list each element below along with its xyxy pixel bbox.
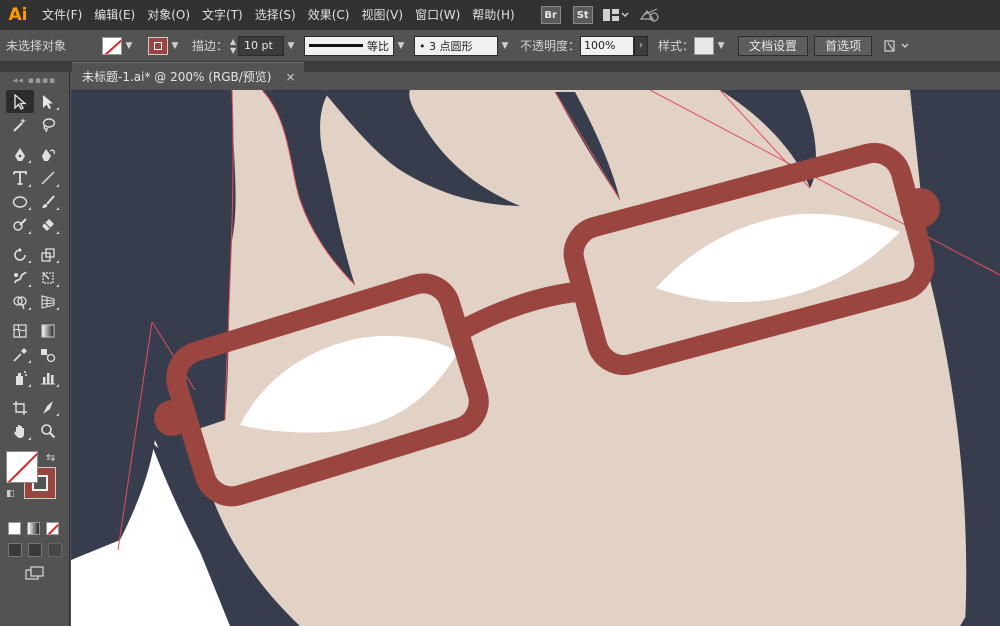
menu-effect[interactable]: 效果(C) (302, 0, 356, 30)
align-options-icon[interactable] (882, 35, 912, 57)
symbol-sprayer-icon[interactable] (6, 367, 34, 390)
fill-swatch[interactable] (102, 36, 122, 55)
document-setup-button[interactable]: 文档设置 (738, 35, 809, 56)
artwork (71, 90, 1000, 626)
chevron-down-icon[interactable]: ▼ (394, 36, 408, 56)
type-icon[interactable] (6, 167, 34, 190)
scale-icon[interactable] (34, 243, 62, 266)
gradient-mode-button[interactable] (27, 521, 40, 535)
curvature-pen-icon[interactable] (34, 143, 62, 166)
artboard-icon[interactable] (6, 396, 34, 419)
chevron-down-icon[interactable]: ▼ (122, 36, 136, 56)
style-label: 样式： (658, 39, 695, 53)
artboard-canvas[interactable] (71, 90, 1000, 626)
variable-width-profile[interactable]: 等比 (304, 35, 395, 56)
stroke-weight-input[interactable]: 10 pt (238, 35, 285, 56)
mesh-icon[interactable] (6, 320, 34, 343)
shaper-icon[interactable] (6, 214, 34, 237)
arrange-documents-icon[interactable] (599, 4, 633, 26)
shape-builder-icon[interactable] (6, 290, 34, 313)
opacity-input[interactable]: 100% (580, 35, 635, 56)
swap-fill-stroke-icon[interactable]: ⇆ (46, 451, 55, 464)
fill-stroke-widget: ⇆ ◧ (0, 447, 69, 517)
menu-help[interactable]: 帮助(H) (466, 0, 520, 30)
draw-inside-button[interactable] (48, 543, 62, 557)
stock-button[interactable]: St (572, 6, 593, 24)
draw-normal-button[interactable] (8, 543, 22, 557)
rotate-icon[interactable] (6, 243, 34, 266)
chevron-down-icon[interactable]: ▼ (284, 36, 298, 56)
lasso-icon[interactable] (34, 114, 62, 137)
opacity-label[interactable]: 不透明度： (520, 37, 580, 54)
panel-grip-icon[interactable]: ◂◂ ▪▪▪▪ (0, 72, 69, 90)
perspective-grid-icon[interactable] (34, 290, 62, 313)
column-graph-icon[interactable] (34, 367, 62, 390)
eraser-icon[interactable] (34, 214, 62, 237)
menu-window[interactable]: 窗口(W) (409, 0, 466, 30)
none-mode-button[interactable] (46, 521, 59, 535)
draw-behind-button[interactable] (28, 543, 42, 557)
default-fill-stroke-icon[interactable]: ◧ (6, 489, 15, 499)
tools-panel: ◂◂ ▪▪▪▪ ⇆ ◧ (0, 72, 70, 626)
fill-color-box[interactable] (6, 451, 38, 483)
selection-status: 未选择对象 (6, 39, 67, 53)
graphic-style-swatch[interactable] (694, 36, 715, 55)
blend-icon[interactable] (34, 343, 62, 366)
menu-file[interactable]: 文件(F) (36, 0, 88, 30)
right-hinge (900, 188, 940, 228)
control-bar: 未选择对象 ▼ ▼ 描边： ▲ ▼ 10 pt ▼ 等比 ▼ • 3 点圆形 ▼ … (0, 30, 1000, 62)
chevron-down-icon[interactable]: ▼ (498, 36, 512, 56)
chevron-down-icon[interactable]: ▼ (168, 36, 182, 56)
gradient-icon[interactable] (34, 320, 62, 343)
app-logo: Ai (8, 5, 28, 25)
stroke-label[interactable]: 描边： (192, 37, 228, 54)
gpu-performance-icon[interactable] (633, 4, 667, 26)
slice-icon[interactable] (34, 396, 62, 419)
brush-definition[interactable]: • 3 点圆形 (414, 35, 499, 56)
document-tab[interactable]: 未标题-1.ai* @ 200% (RGB/预览) × (72, 62, 304, 90)
free-transform-icon[interactable] (34, 267, 62, 290)
paintbrush-icon[interactable] (34, 190, 62, 213)
warp-icon[interactable] (6, 267, 34, 290)
stroke-spinner-icon[interactable]: ▲ ▼ (228, 36, 238, 56)
menu-bar: Ai 文件(F) 编辑(E) 对象(O) 文字(T) 选择(S) 效果(C) 视… (0, 0, 1000, 30)
menu-object[interactable]: 对象(O) (141, 0, 196, 30)
line-segment-icon[interactable] (34, 167, 62, 190)
magic-wand-icon[interactable] (6, 114, 34, 137)
bridge-button[interactable]: Br (540, 6, 561, 24)
document-title: 未标题-1.ai* @ 200% (RGB/预览) (82, 70, 272, 84)
preferences-button[interactable]: 首选项 (814, 35, 873, 56)
menu-view[interactable]: 视图(V) (355, 0, 409, 30)
left-hinge (154, 400, 190, 436)
ellipse-icon[interactable] (6, 190, 34, 213)
stroke-swatch[interactable] (148, 36, 168, 55)
color-mode-button[interactable] (8, 521, 21, 535)
direct-selection-icon[interactable] (34, 90, 62, 113)
stroke-profile-line (309, 44, 364, 47)
close-icon[interactable]: × (286, 70, 296, 84)
chevron-right-icon[interactable]: › (634, 35, 649, 56)
menu-edit[interactable]: 编辑(E) (88, 0, 141, 30)
zoom-icon[interactable] (34, 420, 62, 443)
chevron-down-icon[interactable]: ▼ (714, 36, 728, 56)
change-screen-mode-icon[interactable] (0, 561, 69, 585)
profile-label: 等比 (367, 39, 390, 53)
menu-type[interactable]: 文字(T) (196, 0, 249, 30)
eyedropper-icon[interactable] (6, 343, 34, 366)
pen-icon[interactable] (6, 143, 34, 166)
menu-select[interactable]: 选择(S) (249, 0, 302, 30)
selection-arrow-icon[interactable] (6, 90, 34, 113)
hand-icon[interactable] (6, 420, 34, 443)
